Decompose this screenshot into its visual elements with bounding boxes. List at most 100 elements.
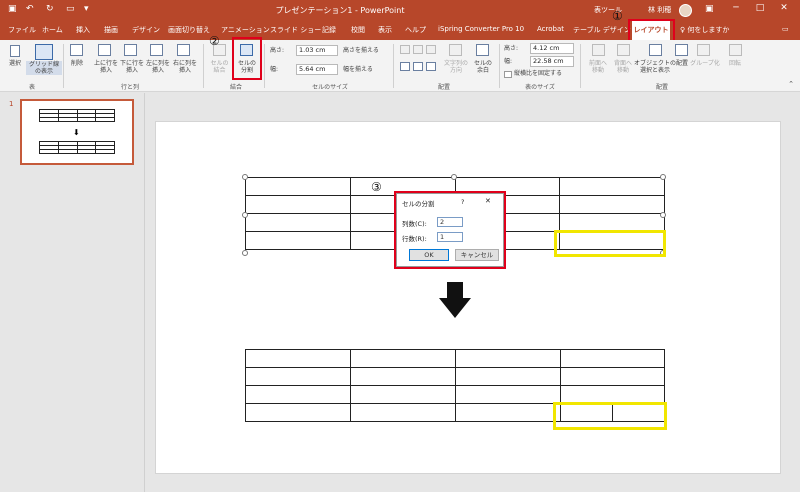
tab-design[interactable]: デザイン bbox=[132, 25, 160, 35]
gridlines-button[interactable]: グリッド線 の表示 bbox=[26, 61, 62, 75]
resize-handle[interactable] bbox=[242, 250, 248, 256]
table-height-input[interactable]: 4.12 cm bbox=[530, 43, 574, 54]
cell-margins-icon bbox=[476, 44, 489, 56]
tab-record[interactable]: 記録 bbox=[322, 25, 336, 35]
tab-transitions[interactable]: 画面切り替え bbox=[168, 25, 210, 35]
restore-button[interactable]: □ bbox=[752, 3, 768, 17]
table-cell[interactable] bbox=[455, 349, 561, 368]
customize-qat-icon[interactable]: ▾ bbox=[84, 4, 89, 14]
table-width-input[interactable]: 22.58 cm bbox=[530, 56, 574, 67]
insert-below-button[interactable]: 下に行を 挿入 bbox=[118, 60, 146, 74]
align-center-icon[interactable] bbox=[413, 45, 423, 54]
save-icon[interactable]: ▣ bbox=[8, 4, 17, 14]
tab-slideshow[interactable]: スライド ショー bbox=[270, 25, 321, 35]
avatar[interactable] bbox=[679, 4, 692, 17]
slide-number: 1 bbox=[9, 100, 14, 108]
align-middle-icon[interactable] bbox=[413, 62, 423, 71]
table-cell[interactable] bbox=[559, 177, 665, 196]
insert-above-button[interactable]: 上に行を 挿入 bbox=[92, 60, 120, 74]
undo-icon[interactable]: ↶ bbox=[26, 4, 34, 14]
table-cell[interactable] bbox=[245, 177, 351, 196]
table-cell[interactable] bbox=[560, 367, 665, 386]
distribute-cols-button[interactable]: 幅を揃える bbox=[343, 66, 385, 73]
close-window-button[interactable]: ✕ bbox=[776, 3, 792, 17]
table-cell[interactable] bbox=[560, 349, 665, 368]
table-cell[interactable] bbox=[245, 367, 351, 386]
delete-button[interactable]: 削除 bbox=[64, 60, 90, 67]
table-cell[interactable] bbox=[245, 195, 351, 214]
tab-help[interactable]: ヘルプ bbox=[405, 25, 426, 35]
resize-handle[interactable] bbox=[660, 174, 666, 180]
table-cell[interactable] bbox=[245, 349, 351, 368]
table-height-label: 高さ: bbox=[504, 45, 519, 52]
align-left-icon[interactable] bbox=[400, 45, 410, 54]
user-name[interactable]: 林 利穂 bbox=[648, 5, 671, 15]
insert-left-button[interactable]: 左に列を 挿入 bbox=[144, 60, 172, 74]
resize-handle[interactable] bbox=[242, 212, 248, 218]
tell-me-label: 何をしますか bbox=[687, 26, 730, 34]
tab-acrobat[interactable]: Acrobat bbox=[537, 25, 564, 33]
select-button[interactable]: 選択 bbox=[4, 60, 26, 67]
distribute-rows-button[interactable]: 高さを揃える bbox=[343, 47, 385, 54]
minimize-button[interactable]: ─ bbox=[728, 3, 744, 17]
table-cell[interactable] bbox=[245, 213, 351, 232]
table-cell[interactable] bbox=[559, 195, 665, 214]
table-width-label: 幅: bbox=[504, 58, 513, 65]
tab-table-design[interactable]: テーブル デザイン bbox=[573, 25, 631, 35]
align-top-icon[interactable] bbox=[400, 62, 410, 71]
tab-draw[interactable]: 描画 bbox=[104, 25, 118, 35]
table-cell[interactable] bbox=[350, 367, 456, 386]
resize-handle[interactable] bbox=[660, 212, 666, 218]
table-cell[interactable] bbox=[245, 403, 351, 422]
text-direction-button[interactable]: 文字列の 方向 bbox=[440, 60, 472, 74]
align-right-icon[interactable] bbox=[426, 45, 436, 54]
select-icon bbox=[10, 45, 20, 57]
cell-margins-button[interactable]: セルの 余白 bbox=[470, 60, 496, 74]
group-objects-button[interactable]: グループ化 bbox=[690, 60, 720, 67]
resize-handle[interactable] bbox=[451, 174, 457, 180]
group-divider bbox=[499, 44, 500, 88]
align-bottom-icon[interactable] bbox=[426, 62, 436, 71]
group-divider bbox=[580, 44, 581, 88]
tab-animations[interactable]: アニメーション bbox=[221, 25, 270, 35]
table-cell[interactable] bbox=[350, 385, 456, 404]
table-cell[interactable] bbox=[350, 403, 456, 422]
tab-insert[interactable]: 挿入 bbox=[76, 25, 90, 35]
table-cell[interactable] bbox=[560, 385, 665, 404]
down-arrow-icon bbox=[439, 282, 471, 318]
table-cell[interactable] bbox=[455, 367, 561, 386]
bring-forward-button[interactable]: 前面へ 移動 bbox=[584, 60, 612, 74]
merge-cells-button[interactable]: セルの 結合 bbox=[207, 60, 232, 74]
insert-right-button[interactable]: 右に列を 挿入 bbox=[171, 60, 199, 74]
tab-ispring[interactable]: iSpring Converter Pro 10 bbox=[438, 25, 524, 33]
highlight-split-result bbox=[553, 402, 667, 430]
redo-icon[interactable]: ↻ bbox=[46, 4, 54, 14]
table-cell[interactable] bbox=[455, 403, 561, 422]
comments-icon[interactable]: ▭ bbox=[782, 25, 789, 33]
highlight-selected-cell bbox=[554, 230, 666, 257]
group-label-merge: 結合 bbox=[229, 84, 242, 91]
rotate-button[interactable]: 回転 bbox=[724, 60, 746, 67]
rotate-icon bbox=[729, 44, 742, 56]
tab-view[interactable]: 表示 bbox=[378, 25, 392, 35]
collapse-ribbon-icon[interactable]: ⌃ bbox=[786, 81, 796, 88]
cell-width-input[interactable]: 5.64 cm bbox=[296, 64, 338, 75]
tab-home[interactable]: ホーム bbox=[42, 25, 63, 35]
send-backward-button[interactable]: 背面へ 移動 bbox=[609, 60, 637, 74]
slide-thumbnail[interactable]: ⬇ bbox=[20, 99, 134, 165]
lock-aspect-checkbox[interactable] bbox=[504, 71, 512, 78]
tell-me-search[interactable]: ♀ 何をしますか bbox=[680, 25, 729, 35]
table-cell[interactable] bbox=[245, 385, 351, 404]
resize-handle[interactable] bbox=[242, 174, 248, 180]
table-cell[interactable] bbox=[559, 213, 665, 232]
tab-file[interactable]: ファイル bbox=[8, 25, 36, 35]
table-cell[interactable] bbox=[350, 349, 456, 368]
table-cell[interactable] bbox=[245, 231, 351, 250]
start-slideshow-icon[interactable]: ▭ bbox=[66, 4, 75, 14]
table-cell[interactable] bbox=[455, 385, 561, 404]
align-objects-button[interactable]: 配置 bbox=[672, 60, 692, 67]
selection-pane-button[interactable]: オブジェクトの 選択と表示 bbox=[634, 60, 676, 74]
tab-review[interactable]: 校閲 bbox=[351, 25, 365, 35]
cell-height-input[interactable]: 1.03 cm bbox=[296, 45, 338, 56]
ribbon-display-icon[interactable]: ▣ bbox=[705, 4, 714, 14]
